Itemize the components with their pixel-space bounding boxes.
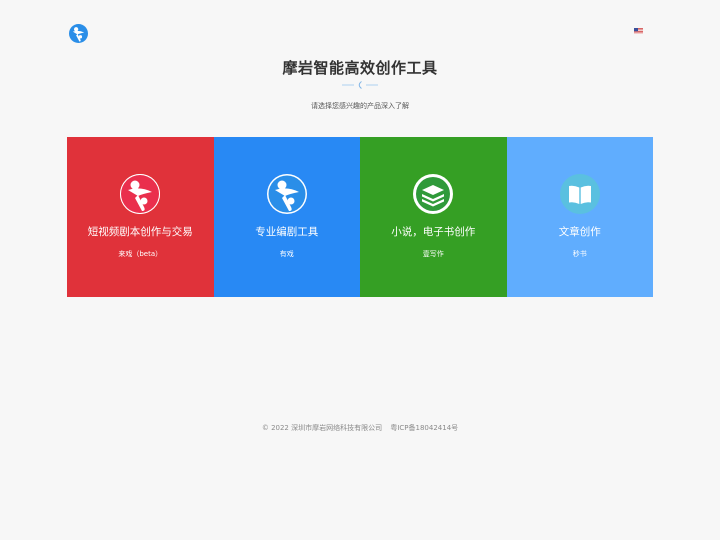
product-name: 小说，电子书创作 (391, 226, 476, 238)
product-brand: 来戏（beta） (118, 250, 163, 258)
card-icon-wrap (559, 174, 600, 214)
product-brand: 壹写作 (422, 250, 444, 258)
book-stack-icon (413, 174, 454, 214)
product-card-yixiezuo[interactable]: 小说，电子书创作 壹写作 (360, 137, 507, 297)
product-brand: 秒书 (572, 250, 587, 258)
product-cards: 短视频剧本创作与交易 来戏（beta） 专业编剧工具 有戏 小说，电子书创作 壹… (67, 137, 653, 297)
open-book-icon (559, 174, 600, 214)
ornament-divider-icon (342, 81, 378, 89)
ant-mascot-icon (120, 174, 161, 214)
us-flag-icon (634, 28, 643, 34)
product-card-miaoshu[interactable]: 文章创作 秒书 (506, 137, 653, 297)
ant-mascot-icon (266, 174, 307, 214)
ant-mascot-icon (72, 27, 85, 42)
product-brand: 有戏 (279, 250, 294, 258)
footer: © 2022 深圳市摩岩网络科技有限公司 粤ICP备18042414号 (0, 423, 720, 433)
product-card-laixi[interactable]: 短视频剧本创作与交易 来戏（beta） (67, 137, 214, 297)
language-switch[interactable] (634, 28, 643, 34)
product-card-youxi[interactable]: 专业编剧工具 有戏 (213, 137, 360, 297)
icp-link[interactable]: 粤ICP备18042414号 (390, 424, 458, 432)
page-title: 摩岩智能高效创作工具 (282, 59, 438, 77)
product-name: 文章创作 (558, 226, 601, 238)
logo[interactable] (69, 24, 88, 43)
product-name: 短视频剧本创作与交易 (87, 226, 193, 238)
card-icon-wrap (413, 174, 454, 214)
card-icon-wrap (266, 174, 307, 214)
card-icon-wrap (120, 174, 161, 214)
product-name: 专业编剧工具 (255, 226, 319, 238)
copyright-text: © 2022 深圳市摩岩网络科技有限公司 (261, 424, 383, 432)
page-subtitle: 请选择您感兴趣的产品深入了解 (311, 102, 409, 110)
